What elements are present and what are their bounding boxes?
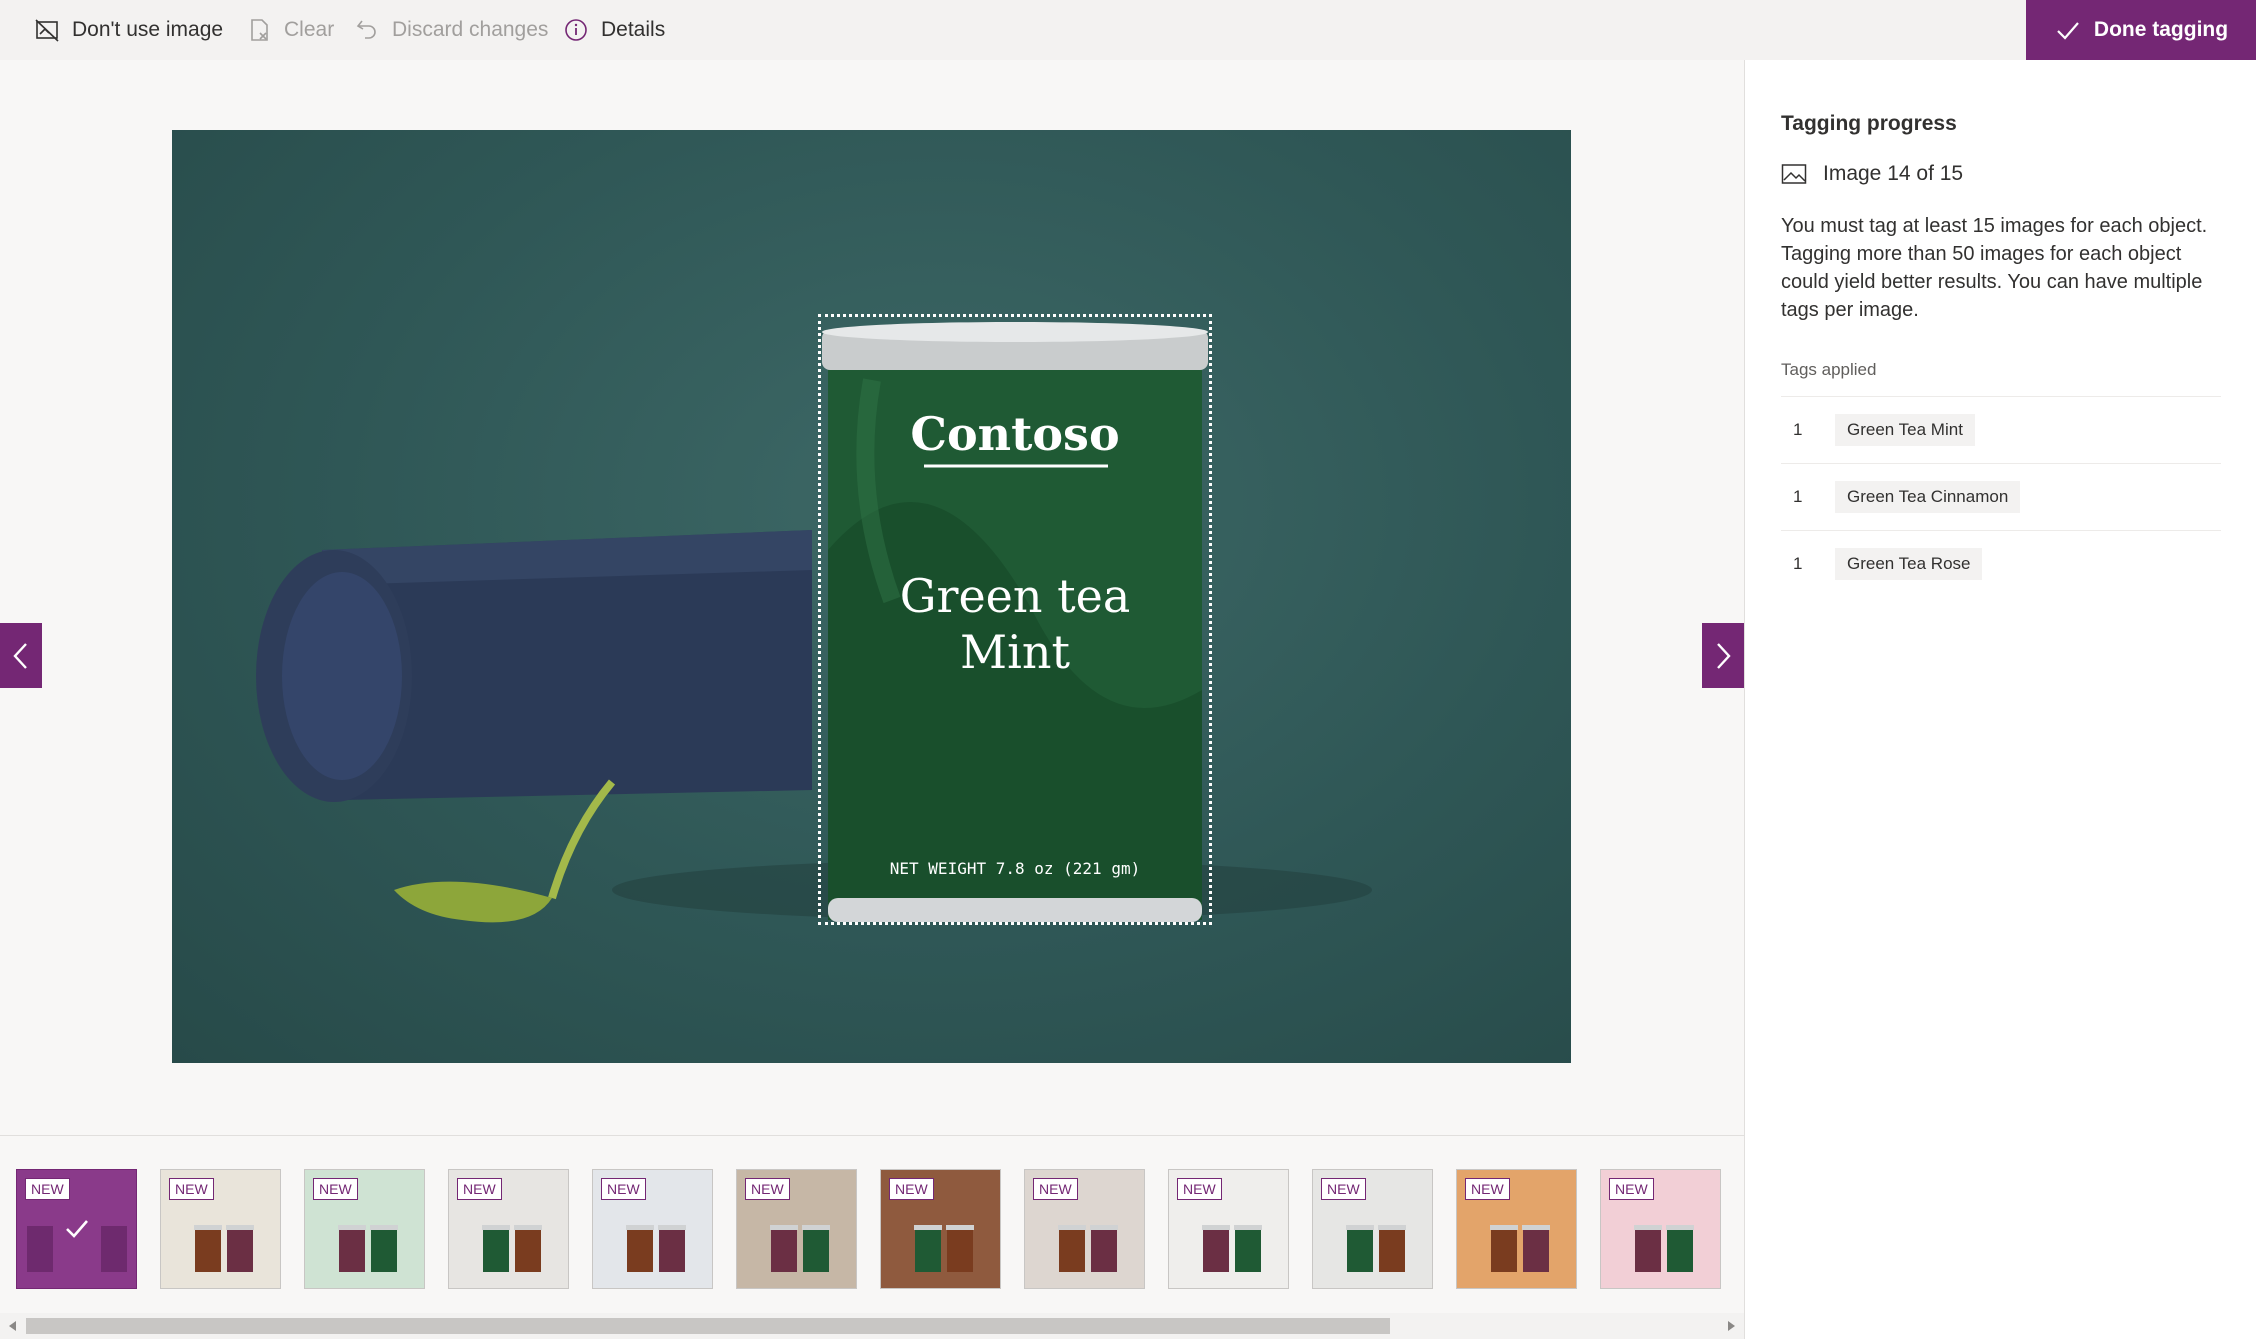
tag-row[interactable]: 1 Green Tea Cinnamon	[1781, 463, 2221, 530]
scrollbar-thumb[interactable]	[26, 1318, 1390, 1334]
undo-icon	[356, 20, 376, 39]
previous-image-button[interactable]	[0, 623, 42, 688]
new-badge: NEW	[1609, 1178, 1654, 1200]
new-badge: NEW	[1321, 1178, 1366, 1200]
thumbnail-item[interactable]: NEW	[16, 1169, 137, 1289]
chevron-right-icon	[1717, 642, 1731, 669]
image-progress: Image 14 of 15	[1781, 162, 1963, 186]
thumbnail-item[interactable]: NEW	[592, 1169, 713, 1289]
thumbnail-item[interactable]: NEW	[448, 1169, 569, 1289]
thumbnail-strip: NEW NEW NEW NEW NEW NEW NEW NEW NEW NEW NEW NEW	[0, 1135, 1744, 1339]
tag-count: 1	[1793, 554, 1803, 573]
clear-icon	[251, 19, 268, 41]
selected-check-icon	[66, 1220, 88, 1238]
horizontal-scrollbar[interactable]	[0, 1313, 1744, 1339]
thumbnail-item[interactable]: NEW	[1168, 1169, 1289, 1289]
thumbnail-item[interactable]: NEW	[736, 1169, 857, 1289]
thumbnail-item[interactable]: NEW	[1600, 1169, 1721, 1289]
new-badge: NEW	[1465, 1178, 1510, 1200]
thumbnail-item[interactable]: NEW	[160, 1169, 281, 1289]
tag-bounding-box[interactable]	[818, 314, 1212, 925]
thumbnail-item[interactable]: NEW	[304, 1169, 425, 1289]
thumbnail-item[interactable]: NEW	[1312, 1169, 1433, 1289]
image-icon	[1781, 164, 1807, 184]
next-image-button[interactable]	[1702, 623, 1744, 688]
image-off-icon	[35, 19, 59, 42]
discard-changes-label: Discard changes	[392, 18, 549, 41]
new-badge: NEW	[25, 1178, 70, 1200]
thumbnail-item[interactable]: NEW	[1024, 1169, 1145, 1289]
new-badge: NEW	[1033, 1178, 1078, 1200]
new-badge: NEW	[745, 1178, 790, 1200]
tagging-progress-panel: Tagging progress Image 14 of 15 You must…	[1744, 60, 2256, 1339]
checkmark-icon	[2057, 22, 2079, 40]
tagging-instructions: You must tag at least 15 images for each…	[1781, 215, 2208, 321]
panel-title: Tagging progress	[1781, 112, 1957, 135]
done-tagging-button[interactable]: Done tagging	[2026, 0, 2256, 60]
tag-chip[interactable]: Green Tea Rose	[1835, 548, 1983, 580]
chevron-left-icon	[13, 642, 27, 669]
new-badge: NEW	[1177, 1178, 1222, 1200]
tag-chip[interactable]: Green Tea Mint	[1835, 414, 1975, 446]
details-button[interactable]: Details	[563, 0, 665, 60]
details-label: Details	[601, 18, 666, 41]
tag-count: 1	[1793, 420, 1803, 439]
tags-applied-label: Tags applied	[1781, 360, 1877, 379]
clear-button[interactable]: Clear	[246, 0, 334, 60]
new-badge: NEW	[169, 1178, 214, 1200]
discard-changes-button[interactable]: Discard changes	[354, 0, 548, 60]
clear-label: Clear	[284, 18, 335, 41]
scroll-left-icon[interactable]	[6, 1319, 20, 1333]
dont-use-image-button[interactable]: Don't use image	[34, 0, 223, 60]
new-badge: NEW	[313, 1178, 358, 1200]
new-badge: NEW	[889, 1178, 934, 1200]
tag-count: 1	[1793, 487, 1803, 506]
dont-use-image-label: Don't use image	[72, 18, 224, 41]
done-tagging-label: Done tagging	[2093, 18, 2229, 41]
info-icon	[565, 19, 587, 41]
thumbnail-item[interactable]: NEW	[880, 1169, 1001, 1289]
image-canvas: Contoso Green tea Mint NET WEIGHT 7.8 oz…	[0, 60, 1744, 1135]
tag-row[interactable]: 1 Green Tea Mint	[1781, 396, 2221, 463]
command-bar: Don't use image Clear Discard changes De…	[0, 0, 2256, 60]
thumbnail-item[interactable]: NEW	[1456, 1169, 1577, 1289]
new-badge: NEW	[457, 1178, 502, 1200]
new-badge: NEW	[601, 1178, 646, 1200]
image-progress-text: Image 14 of 15	[1823, 162, 1964, 185]
tag-chip[interactable]: Green Tea Cinnamon	[1835, 481, 2021, 513]
main-image[interactable]: Contoso Green tea Mint NET WEIGHT 7.8 oz…	[172, 130, 1571, 1063]
tag-row[interactable]: 1 Green Tea Rose	[1781, 530, 2221, 597]
scroll-right-icon[interactable]	[1724, 1319, 1738, 1333]
